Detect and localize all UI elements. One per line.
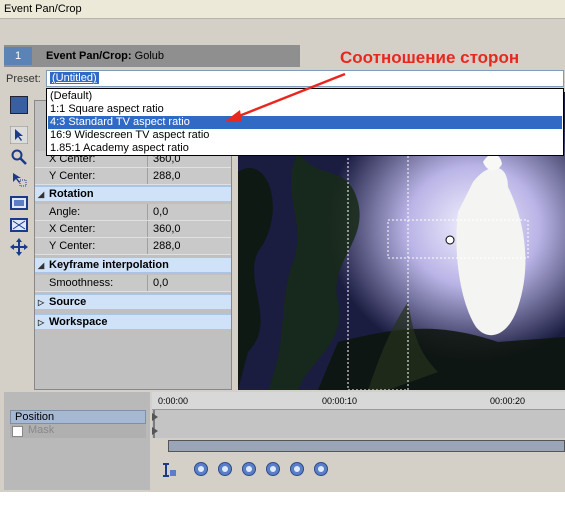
expand-triangle-icon: ▷: [38, 298, 45, 307]
section-source[interactable]: ▷ Source: [35, 294, 231, 310]
first-keyframe-button[interactable]: [194, 462, 208, 476]
add-keyframe-button[interactable]: [290, 462, 304, 476]
property-row[interactable]: Y Center: 288,0: [35, 168, 231, 185]
sync-cursor-icon[interactable]: [162, 462, 178, 478]
property-row[interactable]: X Center: 360,0: [35, 221, 231, 238]
expand-triangle-icon: ▷: [38, 318, 45, 327]
preset-option[interactable]: 16:9 Widescreen TV aspect ratio: [48, 129, 562, 142]
ruler-tick-label: 00:00:20: [490, 396, 526, 406]
remove-keyframe-button[interactable]: [314, 462, 328, 476]
property-label: Angle:: [49, 206, 81, 218]
mask-checkbox[interactable]: [12, 426, 23, 437]
mask-track-label: Mask: [28, 424, 55, 436]
section-workspace[interactable]: ▷ Workspace: [35, 314, 231, 330]
preset-option[interactable]: 1.85:1 Academy aspect ratio: [48, 142, 562, 155]
section-title: Rotation: [49, 188, 94, 200]
property-row[interactable]: Smoothness: 0,0: [35, 275, 231, 292]
collapse-triangle-icon: ◢: [38, 190, 45, 199]
preset-label: Preset:: [6, 73, 41, 85]
section-title: Source: [49, 296, 87, 308]
section-title: Keyframe interpolation: [49, 259, 169, 271]
event-title: Event Pan/Crop: Golub: [46, 50, 164, 62]
property-value[interactable]: 0,0: [153, 206, 168, 218]
event-name: Golub: [134, 50, 164, 62]
timeline-scrollbar[interactable]: [168, 440, 565, 452]
next-keyframe-button[interactable]: [242, 462, 256, 476]
annotation-label: Соотношение сторон: [340, 48, 520, 67]
normal-edit-tool-icon[interactable]: [9, 125, 29, 145]
position-track-label[interactable]: Position: [10, 410, 146, 424]
timeline-ruler[interactable]: 0:00:00 00:00:10 00:00:20: [152, 392, 565, 410]
event-title-label: Event Pan/Crop:: [46, 50, 132, 62]
previous-keyframe-button[interactable]: [218, 462, 232, 476]
tool-strip: [4, 90, 32, 390]
section-keyframe-interpolation[interactable]: ◢ Keyframe interpolation: [35, 257, 231, 273]
property-label: Y Center:: [49, 240, 96, 252]
section-title: Workspace: [49, 316, 108, 328]
timeline-track-list: [4, 392, 150, 490]
collapse-triangle-icon: ◢: [38, 261, 45, 270]
move-tool-icon[interactable]: [10, 170, 28, 188]
property-label: X Center:: [49, 223, 96, 235]
center-move-icon[interactable]: [10, 238, 28, 256]
size-to-frame-icon[interactable]: [10, 216, 28, 234]
last-keyframe-button[interactable]: [266, 462, 280, 476]
property-row[interactable]: Y Center: 288,0: [35, 238, 231, 255]
title-bar: Event Pan/Crop: [0, 0, 565, 19]
property-label: Y Center:: [49, 170, 96, 182]
window-title: Event Pan/Crop: [4, 3, 82, 15]
preset-value: (Untitled): [50, 72, 99, 84]
property-value[interactable]: 0,0: [153, 277, 168, 289]
mask-track-row: Mask: [10, 424, 146, 438]
crop-frame-icon[interactable]: [10, 194, 28, 212]
section-rotation[interactable]: ◢ Rotation: [35, 186, 231, 202]
property-value[interactable]: 360,0: [153, 223, 181, 235]
property-row[interactable]: Angle: 0,0: [35, 204, 231, 221]
ruler-tick-label: 00:00:10: [322, 396, 358, 406]
ruler-tick-label: 0:00:00: [158, 396, 189, 406]
properties-toggle-icon[interactable]: [10, 96, 28, 114]
property-label: Smoothness:: [49, 277, 114, 289]
zoom-tool-icon[interactable]: [10, 148, 28, 166]
annotation-arrow: [224, 72, 346, 122]
keyframe-track-area[interactable]: [152, 410, 565, 438]
keyframe-markers: [152, 410, 158, 438]
keyframe-toolbar: [152, 456, 565, 484]
property-value[interactable]: 288,0: [153, 240, 181, 252]
track-number-badge: 1: [4, 47, 32, 65]
property-value[interactable]: 288,0: [153, 170, 181, 182]
